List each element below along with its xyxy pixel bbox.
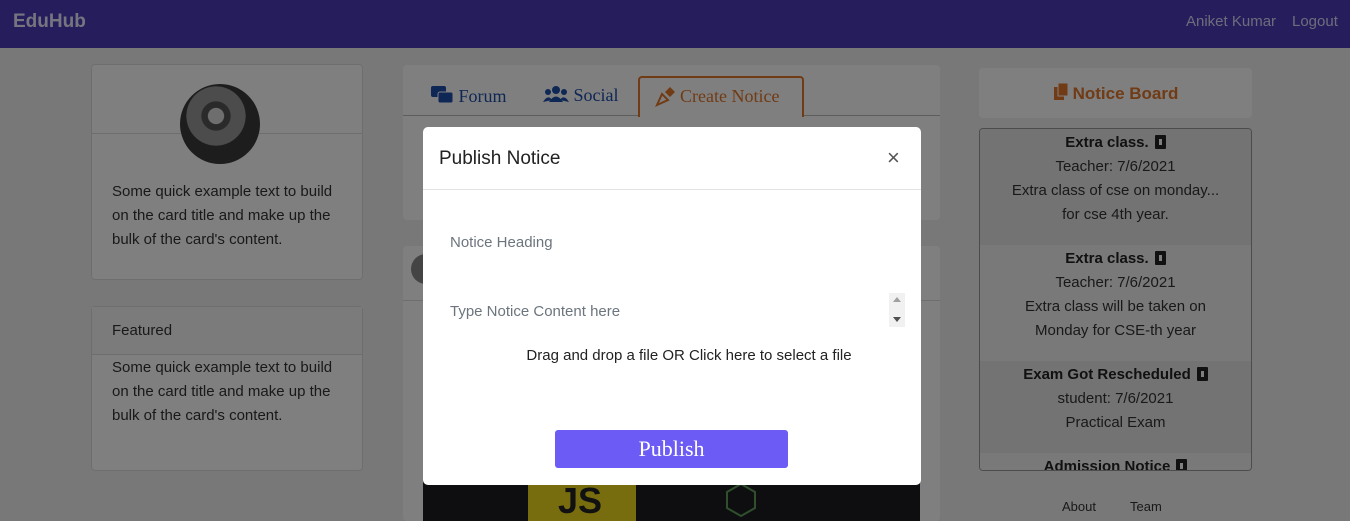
publish-button[interactable]: Publish (555, 430, 788, 468)
notice-heading-input[interactable] (450, 231, 890, 253)
close-icon[interactable]: × (887, 145, 900, 171)
publish-notice-modal: Publish Notice × Drag and drop a file OR… (423, 127, 921, 485)
modal-divider (423, 189, 921, 190)
notice-content-textarea[interactable] (450, 303, 874, 327)
scroll-up-arrow-icon[interactable] (893, 297, 901, 302)
modal-title: Publish Notice (439, 148, 561, 169)
textarea-scrollbar[interactable] (889, 293, 905, 327)
file-dropzone[interactable]: Drag and drop a file OR Click here to se… (423, 347, 921, 364)
scroll-down-arrow-icon[interactable] (893, 317, 901, 322)
